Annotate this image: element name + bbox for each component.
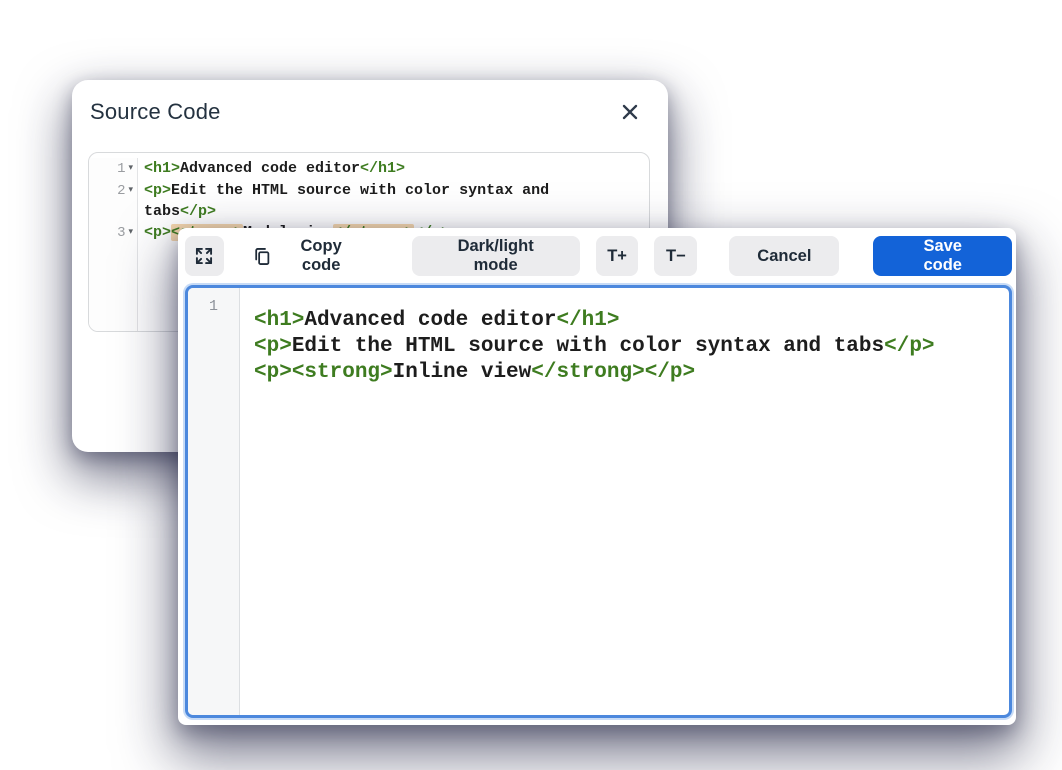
code-line[interactable]: <h1>Advanced code editor</h1> — [254, 308, 1001, 334]
code-tag: </p> — [645, 361, 695, 384]
close-icon — [621, 103, 639, 121]
code-tag: <p> — [144, 224, 171, 241]
font-size-increase-button[interactable]: T+ — [596, 236, 639, 276]
fold-arrow-icon[interactable]: ▾ — [128, 185, 133, 195]
code-tag: </strong> — [531, 361, 644, 384]
code-tag: <strong> — [292, 361, 393, 384]
code-tag: <p> — [254, 361, 292, 384]
code-line[interactable]: <p>Edit the HTML source with color synta… — [138, 180, 649, 222]
code-text: Inline view — [393, 361, 532, 384]
copy-code-label: Copy code — [281, 237, 362, 275]
code-tag: </p> — [180, 203, 216, 220]
editor-toolbar: Copy code Dark/light mode T+ T− Cancel S… — [185, 236, 1012, 276]
copy-code-button[interactable]: Copy code — [242, 236, 372, 276]
line-number: 1 — [209, 298, 218, 315]
code-text: Edit the HTML source with color syntax a… — [171, 182, 549, 199]
font-size-decrease-button[interactable]: T− — [654, 236, 697, 276]
code-text: Edit the HTML source with color syntax a… — [292, 335, 884, 358]
close-button[interactable] — [618, 100, 642, 124]
inline-editor-panel: Copy code Dark/light mode T+ T− Cancel S… — [178, 228, 1016, 725]
code-text: Advanced code editor — [180, 160, 360, 177]
expand-button[interactable] — [185, 236, 224, 276]
modal-title: Source Code — [90, 99, 221, 125]
code-area[interactable]: <h1>Advanced code editor</h1><p>Edit the… — [240, 288, 1009, 715]
copy-icon — [252, 246, 272, 267]
code-tag: </p> — [884, 335, 934, 358]
code-tag: <h1> — [254, 309, 304, 332]
save-code-button[interactable]: Save code — [873, 236, 1012, 276]
modal-header: Source Code — [72, 80, 668, 125]
code-tag: <p> — [144, 182, 171, 199]
code-line[interactable]: <h1>Advanced code editor</h1> — [138, 158, 649, 180]
line-number[interactable]: 3▾ — [89, 222, 138, 244]
fold-arrow-icon[interactable]: ▾ — [128, 227, 133, 237]
gutter-filler — [89, 244, 138, 331]
line-number[interactable]: 1▾ — [89, 158, 138, 180]
line-number-gutter: 1 — [188, 288, 240, 715]
expand-icon — [194, 246, 214, 266]
code-tag: </h1> — [556, 309, 619, 332]
cancel-button[interactable]: Cancel — [729, 236, 839, 276]
code-tag: <p> — [254, 335, 292, 358]
code-tag: <h1> — [144, 160, 180, 177]
code-line[interactable]: <p><strong>Inline view</strong></p> — [254, 360, 1001, 386]
fold-arrow-icon[interactable]: ▾ — [128, 163, 133, 173]
code-text: tabs — [144, 203, 180, 220]
code-line[interactable]: <p>Edit the HTML source with color synta… — [254, 334, 1001, 360]
code-tag: </h1> — [360, 160, 405, 177]
line-number[interactable]: 2▾ — [89, 180, 138, 222]
code-text: Advanced code editor — [304, 309, 556, 332]
inline-code-editor[interactable]: 1 <h1>Advanced code editor</h1><p>Edit t… — [185, 285, 1012, 718]
dark-light-mode-button[interactable]: Dark/light mode — [412, 236, 580, 276]
